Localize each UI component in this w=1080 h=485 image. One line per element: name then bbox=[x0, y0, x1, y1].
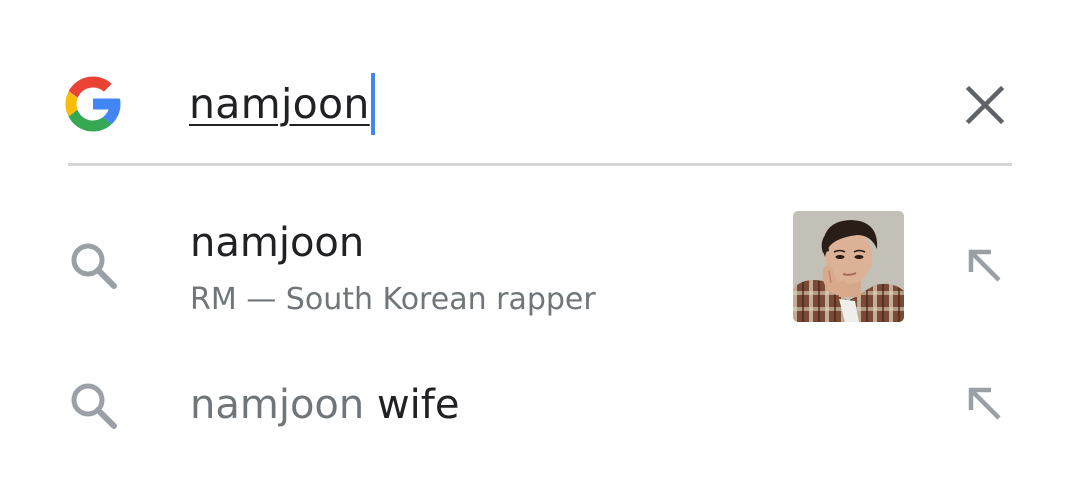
search-input[interactable]: namjoon bbox=[189, 72, 375, 136]
search-bar-divider bbox=[68, 163, 1012, 166]
clear-search-button[interactable] bbox=[960, 80, 1010, 130]
close-icon bbox=[965, 85, 1005, 125]
search-bar: namjoon bbox=[0, 0, 1080, 166]
search-icon bbox=[71, 383, 117, 429]
suggestion-title: namjoon wife bbox=[190, 382, 459, 428]
text-cursor bbox=[370, 73, 375, 135]
google-g-icon bbox=[60, 71, 126, 137]
fill-query-button[interactable] bbox=[960, 379, 1010, 429]
suggestion-thumbnail bbox=[793, 211, 904, 322]
suggestion-subtitle: RM — South Korean rapper bbox=[190, 282, 596, 317]
search-icon bbox=[71, 243, 117, 289]
suggestion-title: namjoon bbox=[190, 220, 365, 266]
suggestion-namjoon[interactable]: namjoon RM — South Korean rapper bbox=[0, 196, 1080, 338]
suggestion-matched-text: namjoon bbox=[190, 382, 365, 428]
suggestion-completion-text: wife bbox=[364, 382, 460, 428]
arrow-up-left-icon bbox=[968, 387, 1001, 420]
suggestion-namjoon-wife[interactable]: namjoon wife bbox=[0, 346, 1080, 466]
arrow-up-left-icon bbox=[968, 249, 1001, 282]
search-query-text: namjoon bbox=[189, 79, 370, 128]
fill-query-button[interactable] bbox=[960, 241, 1010, 291]
search-screen: namjoon namjoon RM — South Korean rapper bbox=[0, 0, 1080, 485]
